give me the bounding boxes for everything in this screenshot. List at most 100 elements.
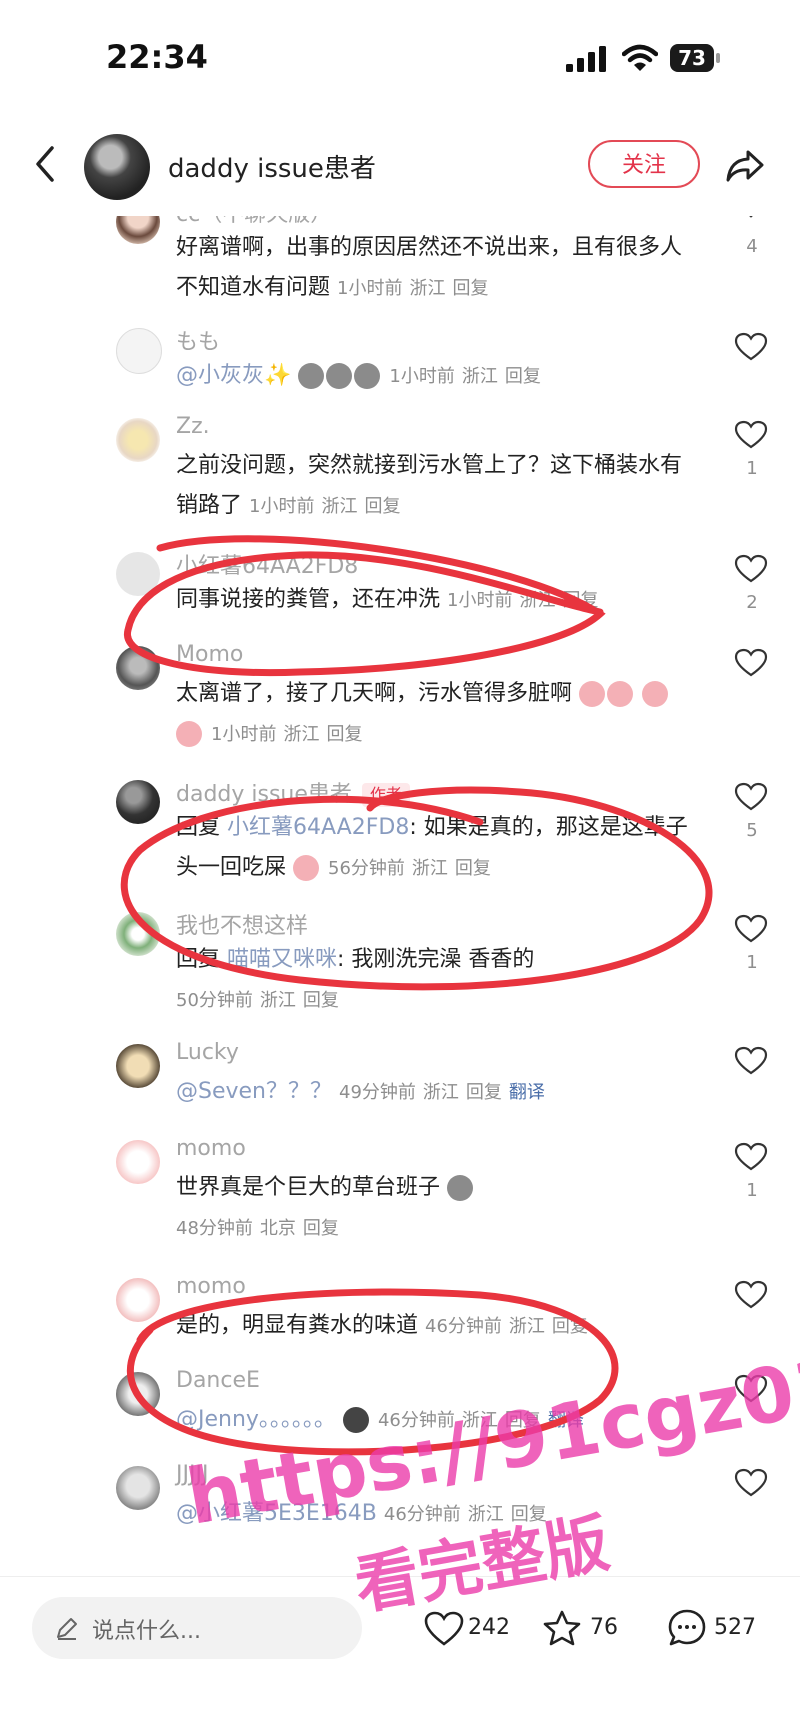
heart-icon[interactable] <box>734 420 768 450</box>
pen-icon <box>57 1618 77 1640</box>
comment-time: 48分钟前 <box>176 1218 253 1239</box>
comment-time: 1小时前 <box>447 590 513 611</box>
commenter-avatar[interactable] <box>116 912 160 956</box>
commenter-avatar[interactable] <box>116 1372 160 1416</box>
emoji-icon <box>326 363 353 389</box>
comment-location: 浙江 <box>508 1316 545 1337</box>
commenter-name[interactable]: momo <box>176 1274 246 1299</box>
reply-link[interactable]: 回复 <box>452 278 488 299</box>
heart-icon[interactable] <box>734 1046 768 1076</box>
status-bar: 22:34 73 <box>0 0 800 110</box>
star-icon[interactable] <box>542 1609 582 1647</box>
reply-link[interactable]: 回复 <box>552 1316 588 1337</box>
translate-link[interactable]: 翻译 <box>548 1410 584 1431</box>
commenter-name[interactable]: cc（不聊天版） <box>176 216 332 228</box>
heart-icon[interactable] <box>734 1468 768 1498</box>
commenter-name[interactable]: JJJJJ <box>176 1462 208 1487</box>
commenter-avatar[interactable] <box>116 780 160 824</box>
comment-total: 527 <box>714 1615 756 1640</box>
heart-icon[interactable] <box>734 332 768 362</box>
collapse-chevron-icon[interactable] <box>734 216 768 228</box>
comment-time: 46分钟前 <box>425 1316 502 1337</box>
reply-link[interactable]: 回复 <box>505 1410 541 1431</box>
heart-icon[interactable] <box>734 1142 768 1172</box>
comment-body: 是的，明显有粪水的味道 46分钟前 浙江 回复 <box>176 1306 696 1347</box>
reply-link[interactable]: 回复 <box>562 590 598 611</box>
comment-location: 浙江 <box>519 590 556 611</box>
comment-time: 50分钟前 <box>176 990 253 1011</box>
commenter-name[interactable]: DanceE <box>176 1368 260 1393</box>
comment-location: 浙江 <box>461 1410 498 1431</box>
author-avatar[interactable] <box>84 134 150 200</box>
comment-body: 同事说接的粪管，还在冲洗 1小时前 浙江 回复 <box>176 580 696 621</box>
heart-icon[interactable] <box>734 1374 768 1404</box>
comment-body: @Jenny。。。。。。 46分钟前 浙江 回复 翻译 <box>176 1400 696 1441</box>
share-icon[interactable] <box>724 146 766 186</box>
comment-location: 浙江 <box>461 366 498 387</box>
reply-link[interactable]: 回复 <box>505 366 541 387</box>
comment-time: 1小时前 <box>211 724 277 745</box>
commenter-name[interactable]: daddy issue患者 作者 <box>176 776 410 808</box>
heart-icon[interactable] <box>734 914 768 944</box>
back-icon[interactable] <box>30 142 60 186</box>
reply-link[interactable]: 回复 <box>303 990 339 1011</box>
heart-icon[interactable] <box>734 1280 768 1310</box>
comment-location: 北京 <box>259 1218 296 1239</box>
reply-target[interactable]: 喵喵又咪咪 <box>227 947 337 972</box>
commenter-avatar[interactable] <box>116 216 160 244</box>
comment-bubble-icon[interactable] <box>666 1607 708 1649</box>
commenter-name-text[interactable]: daddy issue患者 <box>176 782 352 807</box>
battery-level: 73 <box>670 44 714 72</box>
reply-link[interactable]: 回复 <box>303 1218 339 1239</box>
commenter-avatar[interactable] <box>116 1278 160 1322</box>
comment-location: 浙江 <box>321 496 358 517</box>
commenter-avatar[interactable] <box>116 1140 160 1184</box>
heart-icon[interactable] <box>734 554 768 584</box>
comment-text: : 我刚洗完澡 香香的 <box>337 947 535 972</box>
commenter-name[interactable]: momo <box>176 1136 246 1161</box>
commenter-name[interactable]: Zz. <box>176 414 210 439</box>
commenter-name[interactable]: Lucky <box>176 1040 239 1065</box>
comment-list[interactable]: cc（不聊天版） 好离谱啊，出事的原因居然还不说出来，且有很多人不知道水有问题 … <box>0 216 800 1576</box>
comment-text: @Seven？？？ <box>176 1079 332 1104</box>
comment-input[interactable]: 说点什么... <box>32 1597 362 1659</box>
comment-text: 是的，明显有粪水的味道 <box>176 1313 419 1338</box>
commenter-avatar[interactable] <box>116 1044 160 1088</box>
reply-link[interactable]: 回复 <box>364 496 400 517</box>
reply-link[interactable]: 回复 <box>466 1082 502 1103</box>
commenter-name[interactable]: 小红薯64AA2FD8 <box>176 548 358 580</box>
commenter-avatar[interactable] <box>116 1466 160 1510</box>
reply-link[interactable]: 回复 <box>326 724 362 745</box>
heart-icon[interactable] <box>734 782 768 812</box>
heart-icon[interactable] <box>424 1611 464 1647</box>
translate-link[interactable]: 翻译 <box>509 1082 545 1103</box>
reply-link[interactable]: 回复 <box>511 1504 547 1525</box>
emoji-icon <box>293 855 320 881</box>
commenter-avatar[interactable] <box>116 646 160 690</box>
comment-location: 浙江 <box>411 858 448 879</box>
heart-icon[interactable] <box>734 648 768 678</box>
comment-body: 好离谱啊，出事的原因居然还不说出来，且有很多人不知道水有问题 1小时前 浙江 回… <box>176 228 696 309</box>
reply-target[interactable]: 小红薯64AA2FD8 <box>227 815 409 840</box>
commenter-avatar[interactable] <box>116 552 160 596</box>
reply-link[interactable]: 回复 <box>455 858 491 879</box>
follow-button[interactable]: 关注 <box>588 140 700 188</box>
comment-text: 同事说接的粪管，还在冲洗 <box>176 587 441 612</box>
commenter-name[interactable]: 我也不想这样 <box>176 908 308 940</box>
comment-time: 49分钟前 <box>339 1082 416 1103</box>
commenter-avatar[interactable] <box>116 328 162 374</box>
like-count: 1 <box>746 458 758 479</box>
emoji-icon <box>298 363 325 389</box>
like-count: 5 <box>746 820 758 841</box>
author-name[interactable]: daddy issue患者 <box>168 148 376 185</box>
emoji-icon <box>176 721 202 747</box>
like-total: 242 <box>468 1615 510 1640</box>
emoji-icon <box>579 681 606 707</box>
like-count: 4 <box>746 236 758 257</box>
comment-location: 浙江 <box>259 990 296 1011</box>
comment-time: 46分钟前 <box>383 1504 461 1525</box>
comment-time: 56分钟前 <box>328 858 405 879</box>
commenter-name[interactable]: Momo <box>176 642 243 667</box>
commenter-avatar[interactable] <box>116 418 160 462</box>
commenter-name[interactable]: もも <box>176 324 220 356</box>
